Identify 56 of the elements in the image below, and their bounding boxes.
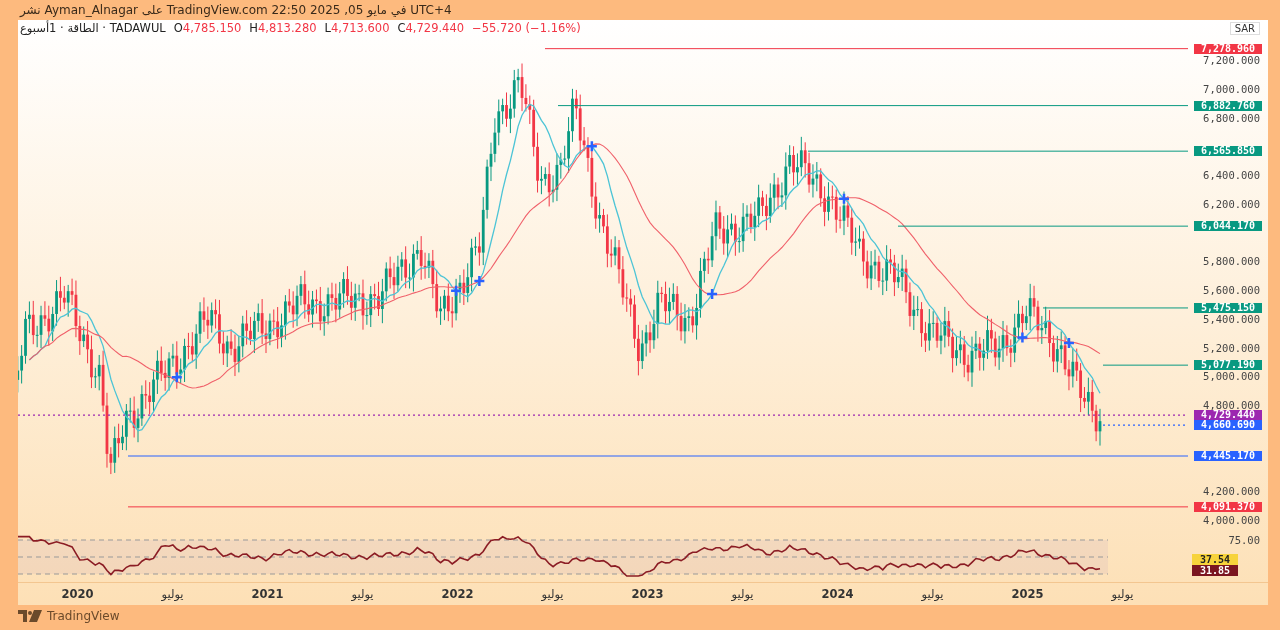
- price-tag: 4,660.690: [1194, 420, 1262, 430]
- price-tick-label: 5,800.000: [1203, 255, 1260, 268]
- time-axis-label: 2022: [440, 587, 475, 601]
- price-tag: 6,044.170: [1194, 221, 1262, 232]
- price-tick-label: 5,400.000: [1203, 312, 1260, 325]
- price-tick-label: 5,200.000: [1203, 341, 1260, 354]
- price-tick-label: 4,800.000: [1203, 399, 1260, 411]
- crossover-marker-icon: [449, 284, 463, 298]
- brand-name: TradingView: [47, 609, 120, 623]
- time-axis-label: 2025: [1010, 587, 1045, 601]
- price-tick-label: 6,200.000: [1203, 197, 1260, 210]
- time-axis-label: يوليو: [920, 587, 945, 601]
- price-tick-label: 4,000.000: [1203, 514, 1260, 526]
- ohlc-value: H4,813.280: [249, 21, 317, 35]
- tradingview-logo-icon: [18, 610, 42, 622]
- crossover-marker-icon: [170, 370, 184, 384]
- price-tick-label: 7,000.000: [1203, 82, 1260, 95]
- rsi-tick-label: 75.00: [1228, 534, 1260, 546]
- crossover-marker-icon: [473, 274, 486, 288]
- time-axis-label: يوليو: [540, 587, 565, 601]
- price-tag: 6,882.760: [1194, 100, 1262, 111]
- rsi-value-tag: 37.54: [1192, 554, 1238, 565]
- price-tick-label: 6,400.000: [1203, 169, 1260, 181]
- price-tag: 4,445.170: [1194, 451, 1262, 461]
- price-tick-label: 4,200.000: [1203, 485, 1260, 498]
- ohlc-value: O4,785.150: [173, 21, 242, 35]
- time-axis-label: 2021: [250, 587, 285, 601]
- publish-info: نشر Ayman_Alnagar على TradingView.com في مايو 05, 2025 22:50 UTC+4: [18, 2, 453, 19]
- time-axis-label: يوليو: [730, 587, 755, 601]
- time-axis-label: 2020: [60, 587, 95, 601]
- crossover-marker-icon: [705, 287, 719, 301]
- price-tick-label: 6,800.000: [1203, 111, 1260, 124]
- price-tag: 4,729.440: [1194, 410, 1262, 421]
- time-axis-label: 2024: [820, 587, 855, 601]
- crossover-marker-icon: [1016, 331, 1029, 344]
- ohlc-value: C4,729.440: [397, 21, 465, 35]
- price-tag: 7,278.960: [1194, 43, 1262, 54]
- price-change: −55.720 (−1.16%): [472, 21, 581, 35]
- time-axis-label: يوليو: [160, 587, 185, 601]
- rsi-value-tag: 31.85: [1192, 565, 1238, 576]
- crossover-marker-icon: [585, 139, 599, 153]
- price-tag: 5,077.190: [1194, 360, 1262, 371]
- time-axis-label: يوليو: [1110, 587, 1135, 601]
- price-tag: 4,091.370: [1194, 501, 1262, 512]
- symbol-title: TADAWUL · الطاقة · 1أسبوع: [20, 21, 166, 35]
- currency-label: SAR: [1229, 22, 1260, 35]
- price-tag: 5,475.150: [1194, 302, 1262, 313]
- price-tick-label: 5,000.000: [1203, 370, 1260, 383]
- ohlc-value: L4,713.600: [324, 21, 390, 35]
- time-axis-label: يوليو: [350, 587, 375, 601]
- crossover-marker-icon: [837, 192, 851, 205]
- price-tick-label: 7,200.000: [1203, 54, 1260, 66]
- price-tag: 6,565.850: [1194, 146, 1262, 157]
- price-tick-label: 5,600.000: [1203, 284, 1260, 296]
- time-axis-label: 2023: [630, 587, 665, 601]
- crossover-marker-icon: [1062, 336, 1076, 350]
